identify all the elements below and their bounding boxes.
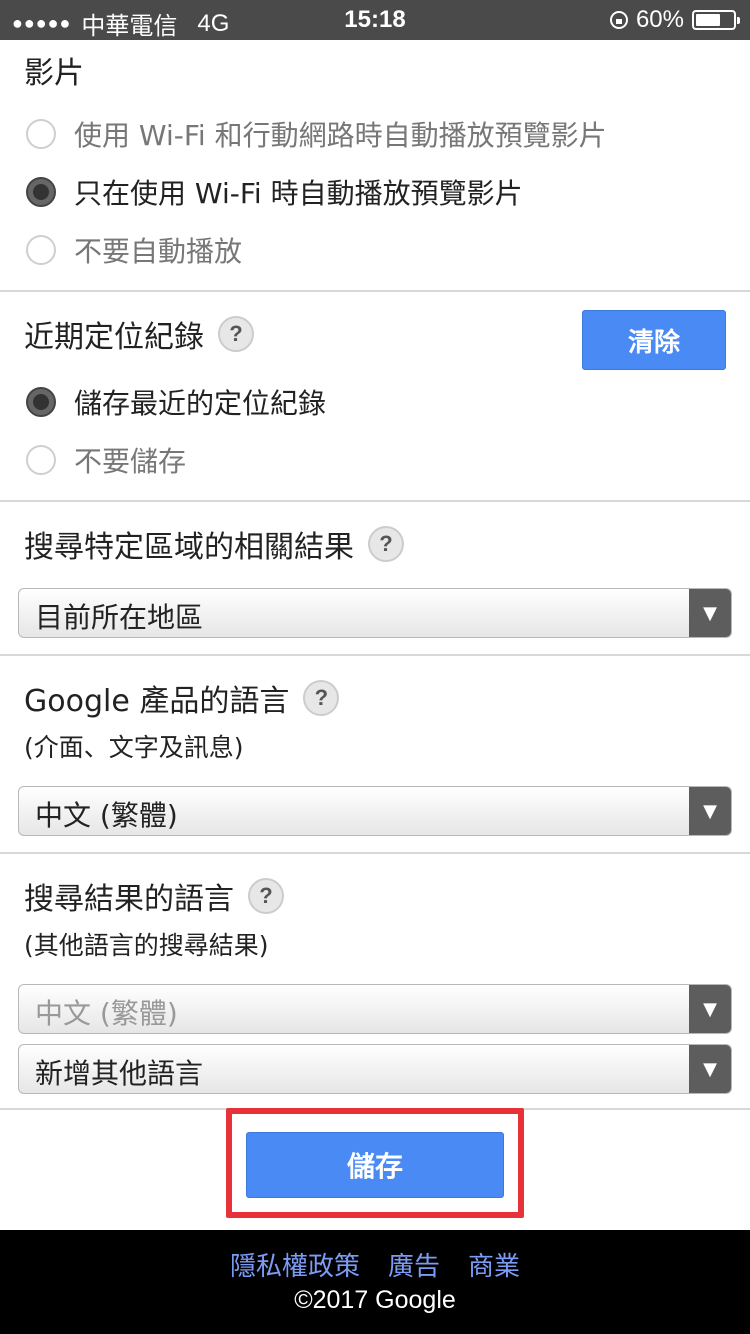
radio-label: 使用 Wi-Fi 和行動網路時自動播放預覽影片 [74,119,607,152]
ads-link[interactable]: 廣告 [388,1246,440,1283]
help-icon[interactable]: ? [368,526,404,562]
section-divider [0,500,750,502]
radio-label: 不要自動播放 [74,235,243,268]
video-option-wifi-and-mobile[interactable]: 使用 Wi-Fi 和行動網路時自動播放預覽影片 [26,114,607,154]
clear-button[interactable]: 清除 [582,310,726,370]
help-icon[interactable]: ? [303,680,340,716]
product-language-title: Google 產品的語言 ? [24,676,340,720]
privacy-policy-link[interactable]: 隱私權政策 [230,1246,360,1283]
section-divider [0,852,750,854]
radio-label: 不要儲存 [74,445,187,478]
result-language-subtitle: (其他語言的搜尋結果) [24,931,269,960]
result-language-title: 搜尋結果的語言 ? [24,874,284,918]
dropdown-arrow-icon[interactable]: ▼ [689,1045,731,1093]
region-select[interactable]: 目前所在地區 ▼ [18,588,732,638]
radio-button[interactable] [26,119,56,149]
dropdown-arrow-icon[interactable]: ▼ [689,985,731,1033]
battery-percent: 60% [635,6,684,33]
location-option-save[interactable]: 儲存最近的定位紀錄 [26,382,326,422]
help-icon[interactable]: ? [248,878,284,914]
location-section-title: 近期定位紀錄 ? [24,312,254,356]
battery-icon [692,10,740,30]
radio-label: 只在使用 Wi-Fi 時自動播放預覽影片 [74,177,523,210]
radio-button-selected[interactable] [26,387,56,417]
select-value: 新增其他語言 [35,1057,204,1090]
add-language-select[interactable]: 新增其他語言 ▼ [18,1044,732,1094]
copyright-text: ©2017 Google [294,1286,456,1314]
rotation-lock-icon [609,11,628,29]
business-link[interactable]: 商業 [468,1246,520,1283]
select-value: 中文 (繁體) [35,799,178,832]
video-option-wifi-only[interactable]: 只在使用 Wi-Fi 時自動播放預覽影片 [26,172,523,212]
status-bar: ●●●●● 中華電信 4G 15:18 60% [0,0,750,40]
dropdown-arrow-icon[interactable]: ▼ [689,787,731,835]
status-right: 60% [609,6,740,34]
result-language-select-current[interactable]: 中文 (繁體) ▼ [18,984,732,1034]
location-option-dont-save[interactable]: 不要儲存 [26,440,186,480]
dropdown-arrow-icon[interactable]: ▼ [689,589,731,637]
product-language-subtitle: (介面、文字及訊息) [24,733,244,762]
product-language-select[interactable]: 中文 (繁體) ▼ [18,786,732,836]
radio-label: 儲存最近的定位紀錄 [74,387,327,420]
radio-button-selected[interactable] [26,177,56,207]
region-section-title: 搜尋特定區域的相關結果 ? [24,522,404,566]
save-button[interactable]: 儲存 [246,1132,504,1198]
radio-button[interactable] [26,235,56,265]
radio-button[interactable] [26,445,56,475]
footer-links: 隱私權政策 廣告 商業 [0,1246,750,1283]
video-section-title: 影片 [24,56,84,91]
video-option-never[interactable]: 不要自動播放 [26,230,242,270]
help-icon[interactable]: ? [218,316,254,352]
select-value: 目前所在地區 [35,601,204,634]
footer: 隱私權政策 廣告 商業 ©2017 Google [0,1230,750,1334]
section-divider [0,290,750,292]
section-divider [0,654,750,656]
select-value: 中文 (繁體) [35,997,178,1030]
